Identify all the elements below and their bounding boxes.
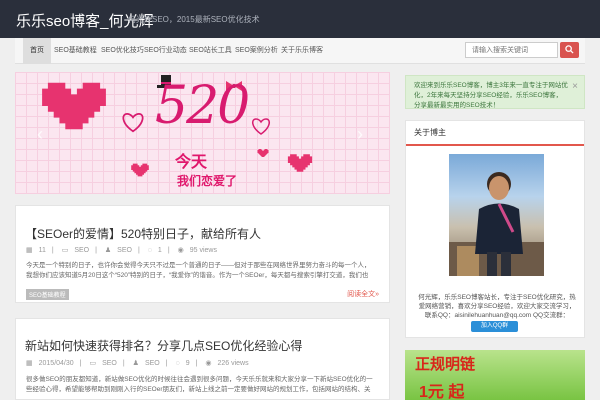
notice-alert: 欢迎来到乐乐SEO博客，博主3年来一直专注于网站优化，2年来每天坚持分享SEO经… xyxy=(405,75,585,109)
post-views: 95 views xyxy=(189,247,217,254)
post-date: 11 xyxy=(38,247,46,254)
nav-item-about[interactable]: 关于乐乐博客 xyxy=(274,38,330,64)
ad-text: 正规明链 xyxy=(415,356,476,373)
folder-icon: ▭ xyxy=(61,247,69,254)
user-icon: ♟ xyxy=(104,247,112,254)
calendar-icon: ▦ xyxy=(26,360,33,367)
pixel-heart-icon xyxy=(42,82,106,130)
post-meta: ▦ 11 | ▭ SEO | ♟ SEO | ◌ 1 | ◉ 95 views xyxy=(26,247,217,254)
post-category[interactable]: SEO xyxy=(74,247,89,254)
user-icon: ♟ xyxy=(132,360,139,367)
post-excerpt: 很多做SEO的朋友都知道，新站做SEO优化的时候往往会遇到很多问题，今天乐乐就来… xyxy=(26,376,373,393)
post-comments[interactable]: 9 xyxy=(186,360,190,367)
read-more-link[interactable]: 阅读全文» xyxy=(347,289,379,299)
swirl-heart-icon xyxy=(251,118,271,135)
post-excerpt: 今天是一个特别的日子，也许你会觉得今天只不过是一个普通的日子——但对于那些在网络… xyxy=(26,262,371,279)
banner-slider[interactable]: 520 今天 我们恋爱了 ‹ › xyxy=(15,72,390,194)
post-author[interactable]: SEO xyxy=(145,360,160,367)
swirl-heart-icon xyxy=(122,112,144,133)
comment-icon: ◌ xyxy=(175,360,180,367)
widget-title: 关于博主 xyxy=(414,128,446,137)
post-date: 2015/04/30 xyxy=(38,360,74,367)
main-nav: 首页 SEO基础教程 SEO优化技巧 SEO行业动态 SEO站长工具 SEO案例… xyxy=(15,38,585,64)
search-button[interactable] xyxy=(560,42,579,58)
author-bio: 何光辉，乐乐SEO博客站长，专注于SEO优化研究，热爱网络营销，喜欢分享SEO经… xyxy=(418,294,576,319)
slider-next-arrow[interactable]: › xyxy=(357,124,363,145)
close-icon[interactable]: × xyxy=(572,82,578,92)
post-author[interactable]: SEO xyxy=(117,247,132,254)
banner-today-text: 今天 xyxy=(175,154,208,171)
widget-divider xyxy=(406,144,584,146)
site-tagline: 何光辉SEO，2015最新SEO优化技术 xyxy=(128,15,260,24)
post-comments[interactable]: 1 xyxy=(158,247,162,254)
post-tag[interactable]: SEO基础教程 xyxy=(26,289,69,300)
post-card: 新站如何快速获得排名？分享几点SEO优化经验心得 ▦ 2015/04/30 | ▭ S… xyxy=(15,318,390,400)
post-title[interactable]: 新站如何快速获得排名？分享几点SEO优化经验心得 xyxy=(25,337,302,354)
ad-price: 1元 起 xyxy=(419,384,465,400)
banner-love-text: 我们恋爱了 xyxy=(177,174,238,188)
post-meta: ▦ 2015/04/30 | ▭ SEO | ♟ SEO | ◌ 9 | ◉ 226 views xyxy=(26,360,249,367)
post-card: 【SEOer的爱情】520特别日子，献给所有人 ▦ 11 | ▭ SEO | ♟ SEO |… xyxy=(15,205,390,303)
search-icon xyxy=(565,45,574,54)
eye-icon: ◉ xyxy=(177,247,184,254)
small-heart-icon xyxy=(131,163,149,177)
folder-icon: ▭ xyxy=(89,360,97,367)
post-category[interactable]: SEO xyxy=(102,360,117,367)
slider-prev-arrow[interactable]: ‹ xyxy=(37,124,43,145)
post-views: 226 views xyxy=(217,360,249,367)
banner-520-text: 520 xyxy=(155,76,250,136)
calendar-icon: ▦ xyxy=(26,247,33,254)
small-heart-icon xyxy=(287,154,313,172)
top-header: 乐乐seo博客_何光辉 何光辉SEO，2015最新SEO优化技术 xyxy=(0,0,600,38)
author-photo xyxy=(449,154,544,276)
eye-icon: ◉ xyxy=(205,360,212,367)
search-input[interactable] xyxy=(465,42,558,58)
comment-icon: ◌ xyxy=(147,247,152,254)
post-title[interactable]: 【SEOer的爱情】520特别日子，献给所有人 xyxy=(25,225,261,242)
ad-banner[interactable]: 正规明链 1元 起 xyxy=(405,350,585,400)
about-widget: 关于博主 何光辉，乐乐SEO博客站长，专注于SEO优化研究，热爱网络营销，喜欢分… xyxy=(405,120,585,338)
join-qq-button[interactable]: 加入QQ群 xyxy=(471,321,518,332)
alert-text: 欢迎来到乐乐SEO博客，博主3年来一直专注于网站优化，2年来每天坚持分享SEO经… xyxy=(414,82,568,109)
person-silhouette-icon xyxy=(449,172,544,276)
small-heart-icon xyxy=(257,149,269,157)
